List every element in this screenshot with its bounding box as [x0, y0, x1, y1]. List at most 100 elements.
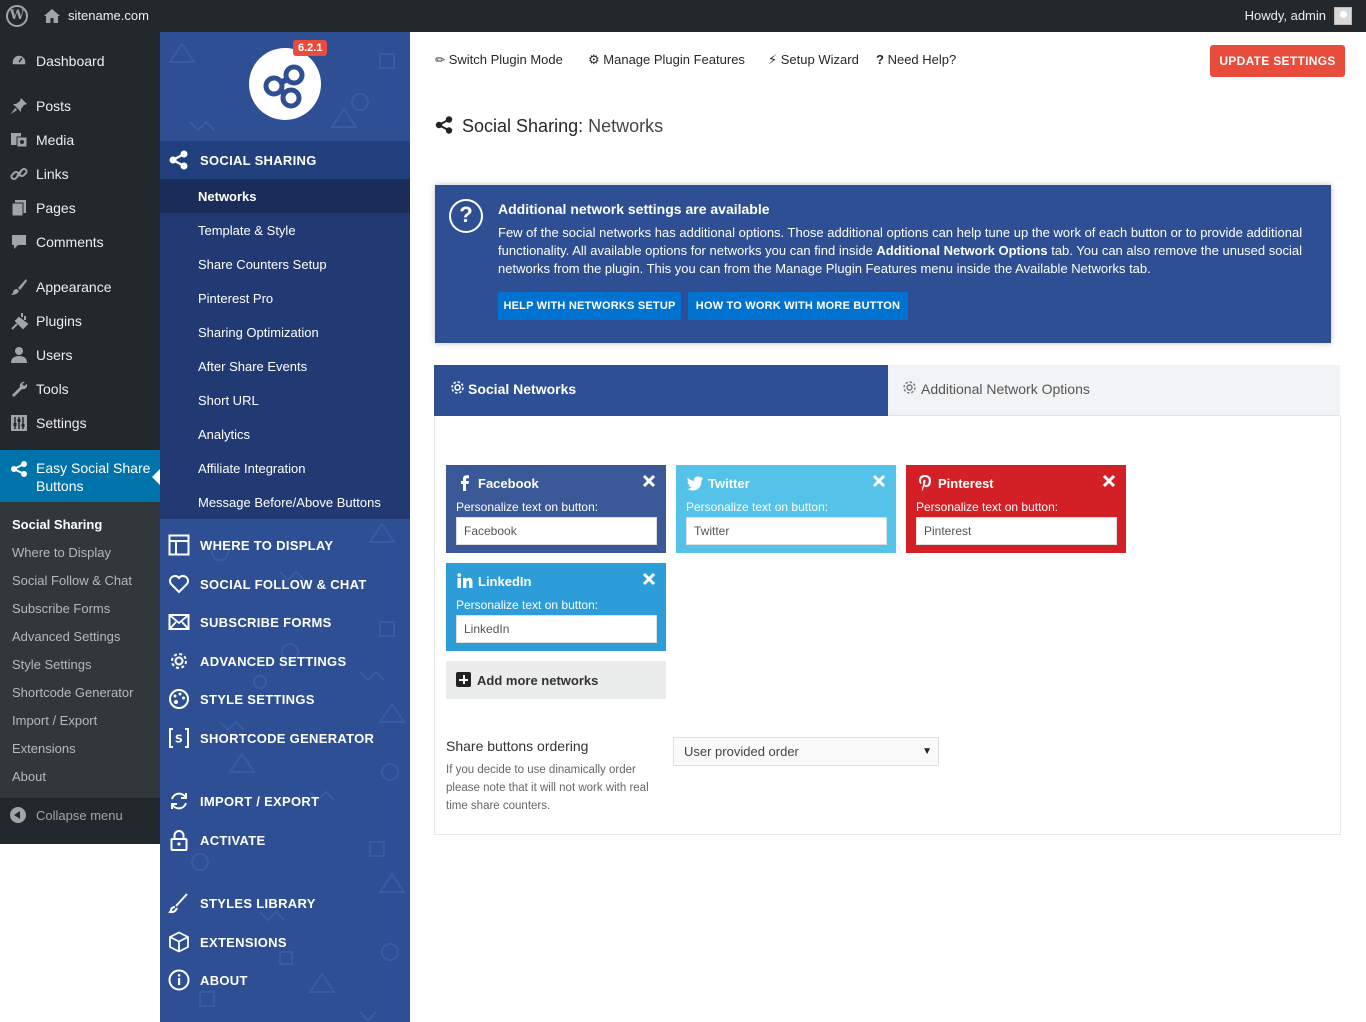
gear-icon [903, 381, 916, 394]
sidebar-style-settings[interactable]: STYLE SETTINGS [160, 680, 410, 718]
help-networks-setup-button[interactable]: HELP WITH NETWORKS SETUP [498, 292, 681, 320]
sidebar-extensions[interactable]: EXTENSIONS [160, 923, 410, 961]
submenu-item-subscribe-forms[interactable]: Subscribe Forms [12, 601, 110, 616]
current-arrow [152, 469, 160, 485]
submenu-item-advanced-settings[interactable]: Advanced Settings [12, 629, 120, 644]
sub-item-share-counters[interactable]: Share Counters Setup [160, 247, 410, 281]
pinterest-icon [919, 475, 931, 491]
network-name: Pinterest [938, 476, 994, 491]
sidebar-social-follow[interactable]: SOCIAL FOLLOW & CHAT [160, 565, 410, 603]
plug-icon [11, 313, 28, 330]
sidebar-advanced-settings[interactable]: ADVANCED SETTINGS [160, 642, 410, 680]
network-card-pinterest[interactable]: Pinterest Personalize text on button: [906, 465, 1126, 553]
menu-item-posts[interactable]: Posts [0, 89, 160, 123]
layout-icon [168, 534, 190, 556]
sidebar-social-sharing-label: SOCIAL SHARING [200, 153, 317, 168]
sub-item-pinterest-pro[interactable]: Pinterest Pro [160, 281, 410, 315]
sidebar-about[interactable]: ABOUT [160, 961, 410, 999]
menu-item-dashboard[interactable]: Dashboard [0, 44, 160, 78]
sub-item-affiliate-integration[interactable]: Affiliate Integration [160, 451, 410, 485]
home-icon[interactable] [43, 7, 61, 25]
menu-item-tools[interactable]: Tools [0, 372, 160, 406]
info-notice: ? Additional network settings are availa… [435, 185, 1331, 343]
sub-item-short-url[interactable]: Short URL [160, 383, 410, 417]
close-icon[interactable] [1102, 474, 1116, 488]
close-icon[interactable] [872, 474, 886, 488]
menu-item-users[interactable]: Users [0, 338, 160, 372]
more-button-help-button[interactable]: HOW TO WORK WITH MORE BUTTON [688, 292, 908, 320]
menu-label: Media [36, 132, 75, 148]
submenu-item-extensions[interactable]: Extensions [12, 741, 76, 756]
menu-item-appearance[interactable]: Appearance [0, 270, 160, 304]
menu-item-settings[interactable]: Settings [0, 406, 160, 440]
add-more-networks-button[interactable]: Add more networks [446, 661, 666, 699]
collapse-label: Collapse menu [36, 808, 123, 823]
menu-item-links[interactable]: Links [0, 157, 160, 191]
need-help-link[interactable]: ? Need Help? [876, 52, 956, 67]
refresh-icon [171, 792, 187, 810]
gear-icon: ⚙ [588, 52, 600, 67]
pencil-icon: ✏ [435, 53, 446, 67]
network-name: LinkedIn [478, 574, 532, 589]
sub-item-networks[interactable]: Networks [160, 179, 410, 213]
submenu-item-where-to-display[interactable]: Where to Display [12, 545, 111, 560]
submenu-item-style-settings[interactable]: Style Settings [12, 657, 92, 672]
network-card-twitter[interactable]: Twitter Personalize text on button: [676, 465, 896, 553]
network-text-input[interactable] [456, 615, 657, 643]
sub-item-message-before[interactable]: Message Before/Above Buttons [160, 485, 410, 519]
wordpress-logo-icon[interactable]: W [6, 5, 28, 27]
sidebar-styles-library[interactable]: STYLES LIBRARY [160, 884, 410, 922]
sidebar-import-export[interactable]: IMPORT / EXPORT [160, 782, 410, 820]
sidebar-label: STYLES LIBRARY [200, 896, 316, 911]
notice-body: Few of the social networks has additiona… [498, 224, 1318, 278]
setup-wizard-link[interactable]: ⚡ Setup Wizard [768, 52, 859, 68]
sidebar-where-to-display[interactable]: WHERE TO DISPLAY [160, 526, 410, 564]
lock-icon [170, 830, 188, 851]
switch-mode-link[interactable]: ✏ Switch Plugin Mode [435, 52, 563, 67]
sidebar-subscribe-forms[interactable]: SUBSCRIBE FORMS [160, 603, 410, 641]
caret-down-icon: ▼ [922, 746, 932, 757]
close-icon[interactable] [642, 474, 656, 488]
menu-item-media[interactable]: Media [0, 123, 160, 157]
menu-item-comments[interactable]: Comments [0, 225, 160, 259]
menu-item-plugins[interactable]: Plugins [0, 304, 160, 338]
sub-item-sharing-optimization[interactable]: Sharing Optimization [160, 315, 410, 349]
sub-item-template-style[interactable]: Template & Style [160, 213, 410, 247]
sidebar-activate[interactable]: ACTIVATE [160, 821, 410, 859]
network-text-input[interactable] [916, 517, 1117, 545]
avatar[interactable] [1334, 7, 1352, 25]
menu-label: Easy Social Share Buttons [36, 459, 150, 495]
sub-item-after-share-events[interactable]: After Share Events [160, 349, 410, 383]
share-icon [11, 461, 27, 477]
submenu-item-social-follow[interactable]: Social Follow & Chat [12, 573, 132, 588]
notice-title: Additional network settings are availabl… [498, 201, 770, 217]
submenu-item-import-export[interactable]: Import / Export [12, 713, 97, 728]
network-field-label: Personalize text on button: [686, 500, 829, 514]
sub-item-analytics[interactable]: Analytics [160, 417, 410, 451]
network-text-input[interactable] [686, 517, 887, 545]
ordering-description: If you decide to use dinamically order p… [446, 764, 649, 812]
site-name-link[interactable]: sitename.com [68, 8, 149, 23]
ordering-selected-value: User provided order [684, 744, 799, 759]
submenu-item-shortcode-generator[interactable]: Shortcode Generator [12, 685, 133, 700]
tab-additional-network-options[interactable]: Additional Network Options [888, 365, 1340, 416]
network-text-input[interactable] [456, 517, 657, 545]
manage-features-link[interactable]: ⚙ Manage Plugin Features [588, 52, 745, 68]
menu-item-pages[interactable]: Pages [0, 191, 160, 225]
ordering-select[interactable]: User provided order ▼ [673, 737, 939, 766]
submenu-item-about[interactable]: About [12, 769, 46, 784]
sidebar-shortcode-generator[interactable]: S SHORTCODE GENERATOR [160, 719, 410, 757]
network-card-linkedin[interactable]: LinkedIn Personalize text on button: [446, 563, 666, 651]
howdy-admin-link[interactable]: Howdy, admin [1245, 8, 1326, 23]
network-card-facebook[interactable]: Facebook Personalize text on button: [446, 465, 666, 553]
update-settings-button[interactable]: UPDATE SETTINGS [1210, 45, 1345, 77]
submenu-item-social-sharing[interactable]: Social Sharing [12, 517, 102, 532]
menu-item-easy-social-share[interactable]: Easy Social Share Buttons [0, 450, 160, 502]
switch-mode-label: Switch Plugin Mode [448, 52, 563, 67]
collapse-menu-button[interactable]: Collapse menu [0, 798, 160, 832]
sidebar-social-sharing[interactable]: SOCIAL SHARING [160, 141, 410, 179]
tab-social-networks[interactable]: Social Networks [434, 365, 888, 416]
sidebar-label: ABOUT [200, 973, 248, 988]
close-icon[interactable] [642, 572, 656, 586]
menu-label: Plugins [36, 313, 82, 329]
